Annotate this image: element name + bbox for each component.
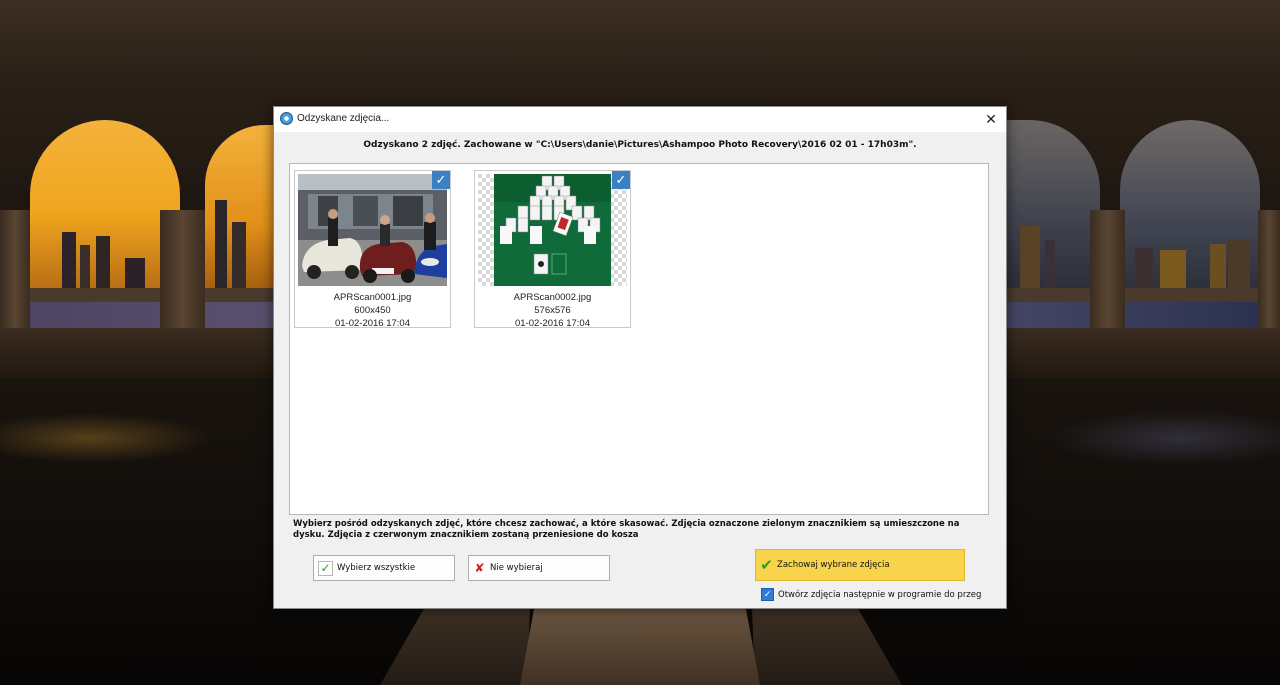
wallpaper-walkway [520, 607, 760, 685]
open-in-viewer-option[interactable]: ✓ Otwórz zdjęcia następnie w programie d… [761, 588, 981, 601]
photo-info: APRScan0002.jpg 576x576 01-02-2016 17:04 [475, 291, 630, 330]
photo-dimensions: 576x576 [534, 305, 571, 316]
selected-checkmark-icon[interactable]: ✓ [432, 171, 450, 189]
photo-filename: APRScan0002.jpg [513, 292, 592, 303]
recovery-summary: Odzyskano 2 zdjęć. Zachowane w "C:\Users… [363, 140, 917, 150]
save-selected-label: Zachowaj wybrane zdjęcia [777, 560, 890, 570]
photo-card[interactable]: ✓ APRScan0002.jpg 576x576 01-02-2016 17:… [474, 170, 631, 330]
select-none-button[interactable]: ✘ Nie wybieraj [468, 555, 610, 581]
photo-date: 01-02-2016 17:04 [334, 318, 410, 329]
select-all-button[interactable]: ✓ Wybierz wszystkie [313, 555, 455, 581]
photo-gallery[interactable]: ✓ APRScan0001.jpg 600x450 01-02-2016 17:… [289, 163, 989, 515]
photo-dimensions: 600x450 [354, 305, 391, 316]
photo-filename: APRScan0001.jpg [333, 292, 412, 303]
green-checkmark-icon: ✔ [760, 556, 773, 574]
close-button[interactable]: ✕ [976, 107, 1006, 132]
wallpaper-rail-right [1005, 288, 1280, 302]
select-all-label: Wybierz wszystkie [337, 563, 416, 573]
photo-date: 01-02-2016 17:04 [514, 318, 590, 329]
recovered-photos-dialog: Odzyskane zdjęcia... ✕ Odzyskano 2 zdjęć… [273, 106, 1007, 609]
solitaire-screenshot-thumbnail-image [478, 174, 627, 286]
photo-card[interactable]: ✓ APRScan0001.jpg 600x450 01-02-2016 17:… [294, 170, 451, 330]
instructions-text: Wybierz pośród odzyskanych zdjęć, które … [293, 519, 960, 540]
photo-thumbnail[interactable] [298, 174, 447, 286]
save-selected-button[interactable]: ✔ Zachowaj wybrane zdjęcia [755, 549, 965, 581]
green-checkmark-icon: ✓ [318, 560, 333, 576]
wallpaper-rail-left [0, 288, 273, 302]
car-photo-thumbnail-image [298, 174, 447, 286]
select-none-label: Nie wybieraj [490, 563, 543, 573]
photo-thumbnail[interactable] [478, 174, 627, 286]
open-in-viewer-checkbox[interactable]: ✓ [761, 588, 774, 601]
title-bar[interactable]: Odzyskane zdjęcia... ✕ [274, 107, 1006, 132]
close-icon: ✕ [985, 111, 997, 127]
window-title: Odzyskane zdjęcia... [297, 113, 390, 124]
photo-info: APRScan0001.jpg 600x450 01-02-2016 17:04 [295, 291, 450, 330]
open-in-viewer-label: Otwórz zdjęcia następnie w programie do … [778, 589, 982, 600]
selected-checkmark-icon[interactable]: ✓ [612, 171, 630, 189]
red-x-icon: ✘ [474, 561, 485, 575]
photo-recovery-icon [280, 112, 293, 125]
